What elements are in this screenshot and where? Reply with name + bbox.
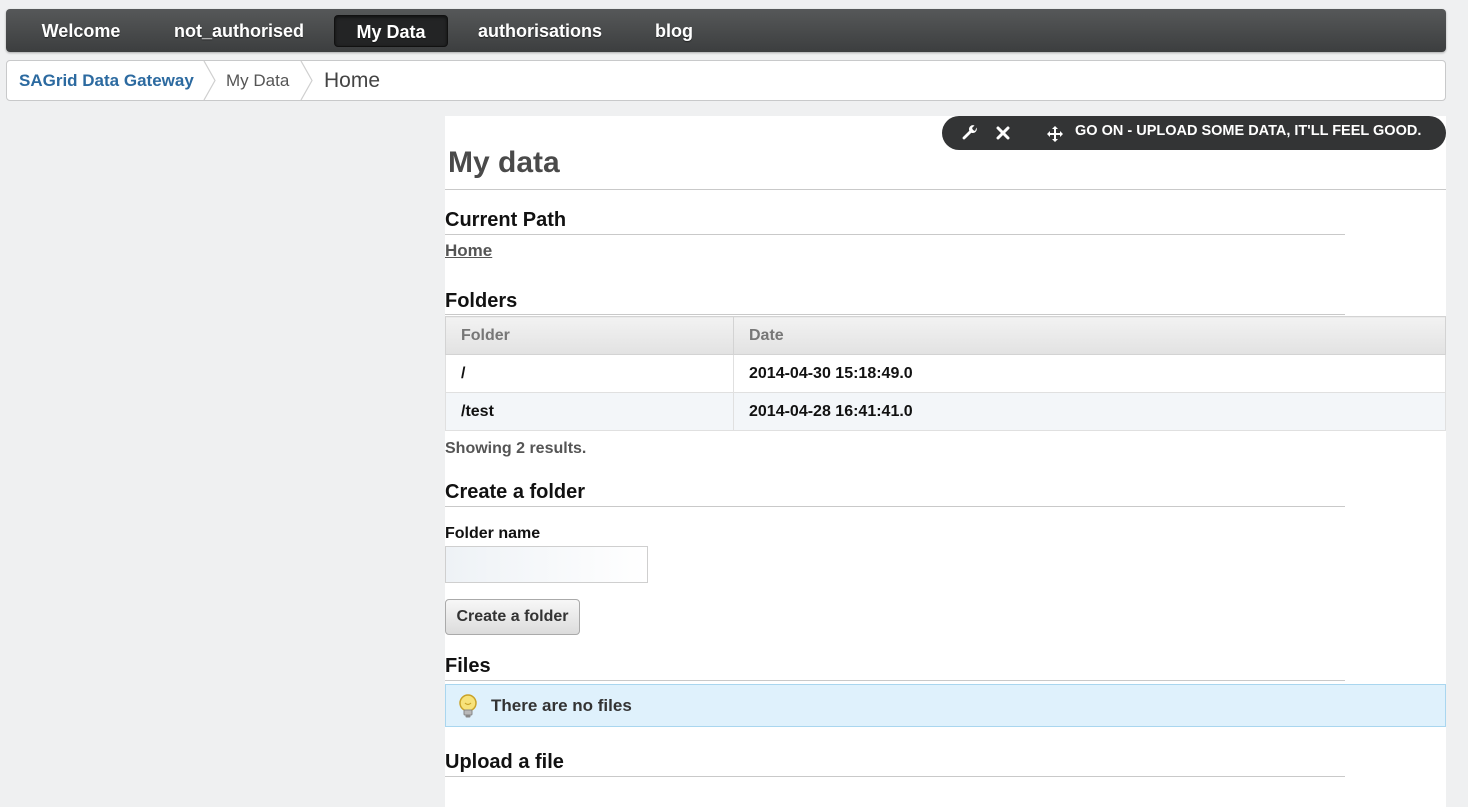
upload-heading: Upload a file [445,751,564,773]
breadcrumb-item-my-data[interactable]: My Data [226,61,289,100]
lightbulb-icon [459,694,477,718]
nav-item-authorisations[interactable]: authorisations [464,15,616,47]
path-link-home[interactable]: Home [445,241,492,261]
nav-item-blog[interactable]: blog [636,15,712,47]
folders-table: Folder Date / 2014-04-30 15:18:49.0 /tes… [445,316,1446,431]
divider [445,189,1446,190]
files-heading: Files [445,655,491,677]
create-folder-button[interactable]: Create a folder [445,599,580,635]
move-icon[interactable] [1046,125,1064,143]
no-files-text: There are no files [491,696,632,715]
breadcrumb-separator-icon [203,61,216,100]
column-header-date[interactable]: Date [733,316,1446,355]
divider [445,506,1345,507]
breadcrumb: SAGrid Data Gateway My Data Home [6,60,1446,101]
breadcrumb-item-home: Home [324,69,381,92]
results-summary: Showing 2 results. [445,440,587,457]
divider [445,314,1345,315]
nav-item-welcome[interactable]: Welcome [26,15,136,47]
current-path-heading: Current Path [445,209,567,231]
divider [445,680,1345,681]
folder-name-label: Folder name [445,525,541,542]
table-row[interactable]: /test 2014-04-28 16:41:41.0 [445,392,1446,431]
no-files-notice: There are no files [445,684,1446,727]
toolbar-message: GO ON - UPLOAD SOME DATA, IT'LL FEEL GOO… [1075,123,1422,139]
divider [445,776,1345,777]
folder-name-input[interactable] [445,546,648,583]
date-cell: 2014-04-30 15:18:49.0 [733,354,1446,393]
page-title: My data [448,146,560,179]
breadcrumb-item-gateway[interactable]: SAGrid Data Gateway [19,61,194,100]
folder-cell[interactable]: / [445,354,734,393]
nav-item-not-authorised[interactable]: not_authorised [158,15,320,47]
folder-cell[interactable]: /test [445,392,734,431]
close-icon[interactable] [994,124,1012,142]
create-folder-heading: Create a folder [445,481,586,503]
date-cell: 2014-04-28 16:41:41.0 [733,392,1446,431]
breadcrumb-separator-icon [300,61,313,100]
nav-item-my-data[interactable]: My Data [334,15,448,47]
table-header-row: Folder Date [445,316,1446,355]
divider [445,234,1345,235]
floating-toolbar: GO ON - UPLOAD SOME DATA, IT'LL FEEL GOO… [942,116,1446,150]
column-header-folder[interactable]: Folder [445,316,734,355]
top-nav: Welcome not_authorised My Data authorisa… [6,9,1446,52]
table-row[interactable]: / 2014-04-30 15:18:49.0 [445,354,1446,393]
wrench-icon[interactable] [961,124,979,142]
folders-heading: Folders [445,290,518,312]
